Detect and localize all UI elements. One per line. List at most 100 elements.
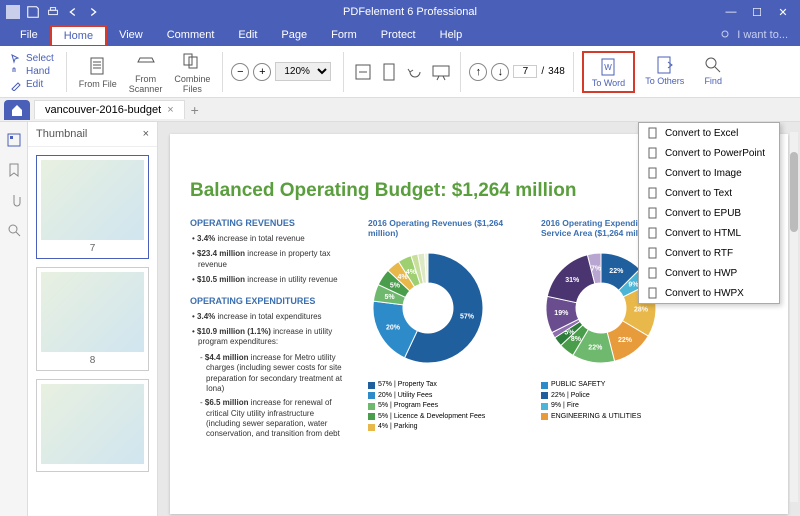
presentation-icon[interactable] [430, 61, 452, 83]
lightbulb-icon [719, 29, 731, 41]
dropdown-item[interactable]: Convert to HWPX [639, 283, 779, 303]
dropdown-item[interactable]: Convert to Excel [639, 123, 779, 143]
hand-label: Hand [26, 66, 50, 77]
edit-label: Edit [26, 79, 43, 90]
fit-page-icon[interactable] [378, 61, 400, 83]
undo-icon[interactable] [66, 5, 80, 19]
bullet-item: $6.5 million increase for renewal of cri… [190, 398, 350, 440]
ribbon: Select Hand Edit From File From Scanner … [0, 46, 800, 98]
select-label: Select [26, 53, 54, 64]
from-file-label: From File [79, 79, 117, 89]
print-icon[interactable] [46, 5, 60, 19]
thumbnail-panel-icon[interactable] [6, 132, 22, 148]
minimize-button[interactable]: — [720, 3, 742, 21]
tab-label: vancouver-2016-budget [45, 104, 161, 116]
svg-text:22%: 22% [588, 345, 603, 352]
dropdown-item[interactable]: Convert to RTF [639, 243, 779, 263]
menu-help[interactable]: Help [428, 26, 475, 44]
menu-form[interactable]: Form [319, 26, 369, 44]
rotate-icon[interactable] [404, 61, 426, 83]
to-word-button[interactable]: WTo Word [582, 51, 635, 93]
find-button[interactable]: Find [694, 51, 732, 93]
svg-text:5%: 5% [385, 294, 396, 301]
tab-bar: vancouver-2016-budget × + [0, 98, 800, 122]
bullet-item: 3.4% increase in total expenditures [190, 312, 350, 322]
dropdown-item[interactable]: Convert to HWP [639, 263, 779, 283]
thumbnail-close-button[interactable]: × [143, 128, 149, 140]
thumbnail-page[interactable]: 8 [36, 267, 149, 371]
home-tab-button[interactable] [4, 100, 30, 120]
search-panel-icon[interactable] [6, 222, 22, 238]
svg-text:8%: 8% [571, 336, 582, 343]
maximize-button[interactable]: ☐ [746, 3, 768, 21]
menu-comment[interactable]: Comment [155, 26, 227, 44]
menu-file[interactable]: File [8, 26, 50, 44]
from-file-button[interactable]: From File [75, 53, 121, 91]
app-icon [6, 5, 20, 19]
redo-icon[interactable] [86, 5, 100, 19]
prev-page-button[interactable]: ↑ [469, 63, 487, 81]
tab-close-button[interactable]: × [167, 104, 173, 116]
menu-page[interactable]: Page [269, 26, 319, 44]
svg-text:28%: 28% [634, 306, 649, 313]
bullet-item: $4.4 million increase for Metro utility … [190, 353, 350, 395]
add-tab-button[interactable]: + [191, 102, 199, 118]
zoom-out-button[interactable]: − [231, 63, 249, 81]
menu-protect[interactable]: Protect [369, 26, 428, 44]
combine-label: Combine Files [174, 74, 210, 94]
svg-text:22%: 22% [618, 337, 633, 344]
svg-text:5%: 5% [390, 283, 401, 290]
vertical-scrollbar[interactable] [790, 132, 798, 502]
legend-item: 20% | Utility Fees [368, 391, 523, 402]
document-tab[interactable]: vancouver-2016-budget × [34, 100, 185, 119]
from-scanner-button[interactable]: From Scanner [125, 48, 167, 96]
next-page-button[interactable]: ↓ [491, 63, 509, 81]
thumbnail-panel: Thumbnail× 78 [28, 122, 158, 516]
thumbnail-page[interactable]: 7 [36, 155, 149, 259]
zoom-select[interactable]: 120% [275, 62, 331, 81]
fit-width-icon[interactable] [352, 61, 374, 83]
dropdown-item[interactable]: Convert to HTML [639, 223, 779, 243]
document-viewport[interactable]: 2016 Budget and ghts Balanced Operating … [158, 122, 800, 516]
attachment-panel-icon[interactable] [6, 192, 22, 208]
svg-text:20%: 20% [386, 324, 401, 331]
revenues-heading: OPERATING REVENUES [190, 218, 350, 228]
legend-item: 5% | Licence & Development Fees [368, 412, 523, 423]
revenues-donut-chart: 57%20%5%5%4%4% [368, 248, 488, 368]
page-sep: / [541, 66, 544, 77]
select-tool[interactable]: Select [10, 53, 54, 65]
app-title: PDFelement 6 Professional [100, 6, 720, 18]
bookmark-panel-icon[interactable] [6, 162, 22, 178]
expenditures-heading: OPERATING EXPENDITURES [190, 296, 350, 306]
combine-files-button[interactable]: Combine Files [170, 48, 214, 96]
dropdown-item[interactable]: Convert to Image [639, 163, 779, 183]
zoom-in-button[interactable]: + [253, 63, 271, 81]
to-others-button[interactable]: To Others [637, 51, 692, 93]
svg-text:31%: 31% [565, 277, 580, 284]
thumbnail-page[interactable] [36, 379, 149, 472]
convert-dropdown: Convert to ExcelConvert to PowerPointCon… [638, 122, 780, 304]
legend-item: 22% | Police [541, 391, 696, 402]
legend-item: ENGINEERING & UTILITIES [541, 412, 696, 423]
scrollbar-thumb[interactable] [790, 152, 798, 232]
hand-tool[interactable]: Hand [10, 66, 54, 78]
menu-home[interactable]: Home [50, 25, 107, 45]
dropdown-item[interactable]: Convert to Text [639, 183, 779, 203]
bullet-item: $23.4 million increase in property tax r… [190, 249, 350, 270]
dropdown-item[interactable]: Convert to EPUB [639, 203, 779, 223]
i-want-to-label[interactable]: I want to... [737, 29, 788, 41]
svg-text:7%: 7% [591, 265, 602, 272]
page-input[interactable] [513, 65, 537, 78]
close-button[interactable]: ✕ [772, 3, 794, 21]
svg-text:57%: 57% [460, 314, 475, 321]
menu-edit[interactable]: Edit [226, 26, 269, 44]
edit-tool[interactable]: Edit [10, 79, 54, 91]
to-others-label: To Others [645, 76, 684, 86]
menu-view[interactable]: View [107, 26, 155, 44]
save-icon[interactable] [26, 5, 40, 19]
dropdown-item[interactable]: Convert to PowerPoint [639, 143, 779, 163]
legend-item: 5% | Program Fees [368, 401, 523, 412]
find-label: Find [704, 76, 722, 86]
to-word-label: To Word [592, 78, 625, 88]
bullet-item: 3.4% increase in total revenue [190, 234, 350, 244]
